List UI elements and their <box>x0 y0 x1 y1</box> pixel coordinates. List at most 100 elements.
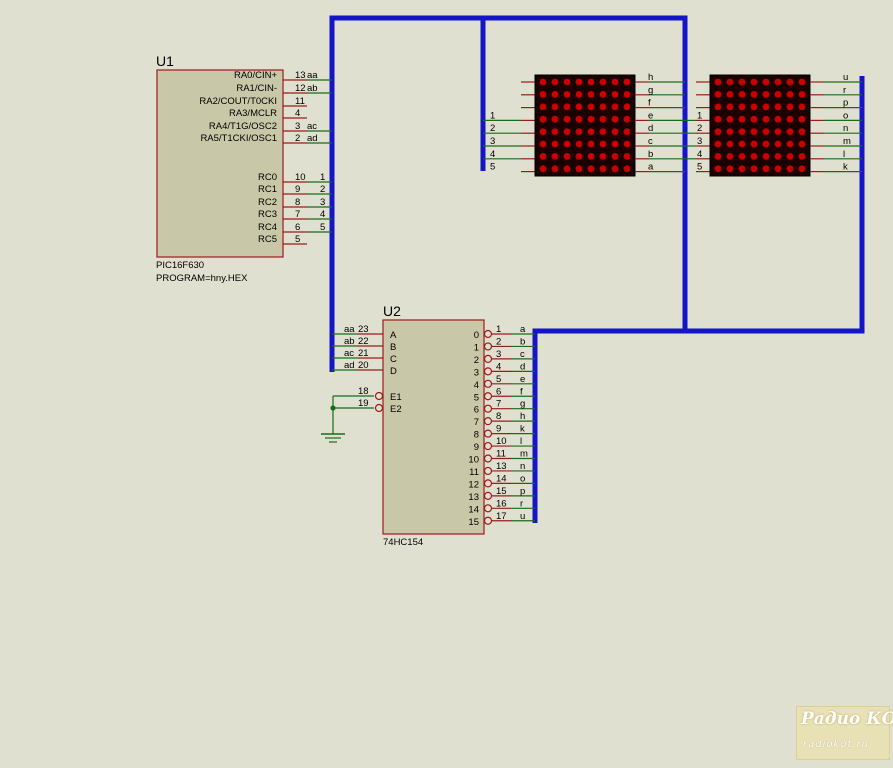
u2-pin-number: 20 <box>358 360 369 371</box>
u2-pin-number: 19 <box>358 398 369 409</box>
matrix2-led <box>774 78 782 86</box>
u1-pin-name: RA5/T1CKI/OSC1 <box>200 133 277 144</box>
matrix2-led <box>786 115 794 123</box>
u2-output-name: 10 <box>468 455 479 466</box>
u2-net-label: p <box>520 486 525 497</box>
u2-74hc154[interactable]: U2 74HC154 aa 23Aab 22Bac 21Cad 20D18E119E20… <box>332 303 535 548</box>
matrix2-led <box>750 165 758 173</box>
u2-net-label: h <box>520 411 525 422</box>
u1-net-label: 3 <box>320 197 325 208</box>
u2-net-label: u <box>520 511 525 522</box>
u2-ref-label: U2 <box>383 303 401 319</box>
u2-pin-number: 15 <box>496 486 507 497</box>
u2-output-inversion-bubble <box>483 491 493 500</box>
matrix1-led <box>539 165 547 173</box>
u2-pin-number: 21 <box>358 348 369 359</box>
matrix2-led <box>762 140 770 148</box>
matrix2-led <box>714 91 722 98</box>
matrix1-led <box>599 153 607 160</box>
matrix1-right-net-label: g <box>648 85 653 96</box>
u1-net-label: ad <box>307 133 318 144</box>
u1-ref-label: U1 <box>156 53 174 69</box>
ground-junction <box>330 405 336 411</box>
matrix1-led <box>563 153 571 160</box>
u2-output-inversion-bubble <box>483 379 493 388</box>
u2-net-label: aa <box>344 324 355 335</box>
matrix1-led <box>623 103 631 111</box>
u2-pin-number: 18 <box>358 386 369 397</box>
u2-output-name: 0 <box>474 330 479 341</box>
matrix1-led <box>599 140 607 148</box>
u1-pic16f630[interactable]: U1 PIC16F630 PROGRAM=hny.HEX RA0/CIN+ 13 a… <box>156 53 332 284</box>
matrix2-led <box>714 140 722 148</box>
u2-net-label: l <box>520 436 522 447</box>
u1-net-label: 2 <box>320 184 325 195</box>
u1-net-label: 1 <box>320 172 325 183</box>
u2-net-label: o <box>520 473 525 484</box>
matrix2-led <box>798 78 806 86</box>
matrix1-right-net-label: b <box>648 149 653 160</box>
matrix1-led <box>611 128 619 136</box>
u2-net-label: a <box>520 324 526 335</box>
matrix1-right-net-label: c <box>648 136 653 147</box>
matrix2-led <box>762 128 770 136</box>
matrix1-led <box>575 128 583 136</box>
matrix1-left-net-label: 4 <box>490 149 495 160</box>
matrix1-led <box>551 153 559 160</box>
u2-pin-number: 23 <box>358 324 369 335</box>
u2-output-name: 13 <box>468 492 479 503</box>
watermark-logo: Радио КОТ <box>801 709 893 729</box>
u2-output-inversion-bubble <box>483 329 493 339</box>
matrix1-led <box>563 165 571 173</box>
matrix2-led <box>738 128 746 136</box>
u2-output-name: 3 <box>474 367 479 378</box>
matrix2-led <box>786 140 794 148</box>
u1-pin-name: RA1/CIN- <box>236 83 277 94</box>
matrix2-led <box>738 165 746 173</box>
led-matrix-2[interactable]: 1 2 3 4 5 urponmlk <box>685 72 862 177</box>
matrix1-led <box>623 115 631 123</box>
matrix1-led <box>599 78 607 86</box>
matrix2-led <box>726 115 734 123</box>
u2-pin-number: 4 <box>496 361 501 372</box>
u2-output-inversion-bubble <box>483 367 493 376</box>
matrix2-led <box>762 78 770 86</box>
matrix1-led <box>611 91 619 98</box>
u1-net-label: ac <box>307 121 317 132</box>
u1-pin-number: 10 <box>295 172 306 183</box>
matrix2-led <box>786 103 794 111</box>
matrix1-led <box>551 91 559 98</box>
watermark-site: radiokot.ru <box>803 739 869 750</box>
matrix1-led <box>575 153 583 160</box>
u2-output-name: 6 <box>474 405 479 416</box>
matrix2-led <box>714 165 722 173</box>
u1-pin-number: 2 <box>295 133 300 144</box>
matrix2-led <box>750 140 758 148</box>
matrix1-led <box>599 115 607 123</box>
matrix1-led <box>611 103 619 111</box>
matrix2-led <box>774 153 782 160</box>
matrix1-led <box>599 103 607 111</box>
matrix2-led <box>786 165 794 173</box>
matrix2-led <box>774 128 782 136</box>
u2-output-inversion-bubble <box>483 466 493 476</box>
matrix2-right-net-label: l <box>843 149 845 160</box>
u2-output-name: 7 <box>474 417 479 428</box>
matrix1-led <box>575 78 583 86</box>
matrix1-right-net-label: a <box>648 162 654 173</box>
u2-net-label: c <box>520 349 525 360</box>
matrix1-body <box>534 74 636 177</box>
matrix1-led <box>623 91 631 98</box>
matrix2-right-net-label: u <box>843 72 848 83</box>
matrix1-led <box>575 140 583 148</box>
u2-net-label: ab <box>344 336 355 347</box>
matrix1-right-net-label: d <box>648 123 653 134</box>
matrix2-led <box>738 103 746 111</box>
matrix1-led <box>563 128 571 136</box>
matrix2-led <box>714 153 722 160</box>
matrix1-led <box>623 165 631 173</box>
led-matrix-1[interactable]: 1 2 3 4 5 hgfedcba <box>483 72 685 177</box>
u2-pin-name: A <box>390 330 397 341</box>
matrix1-led <box>551 115 559 123</box>
matrix1-led <box>563 91 571 98</box>
